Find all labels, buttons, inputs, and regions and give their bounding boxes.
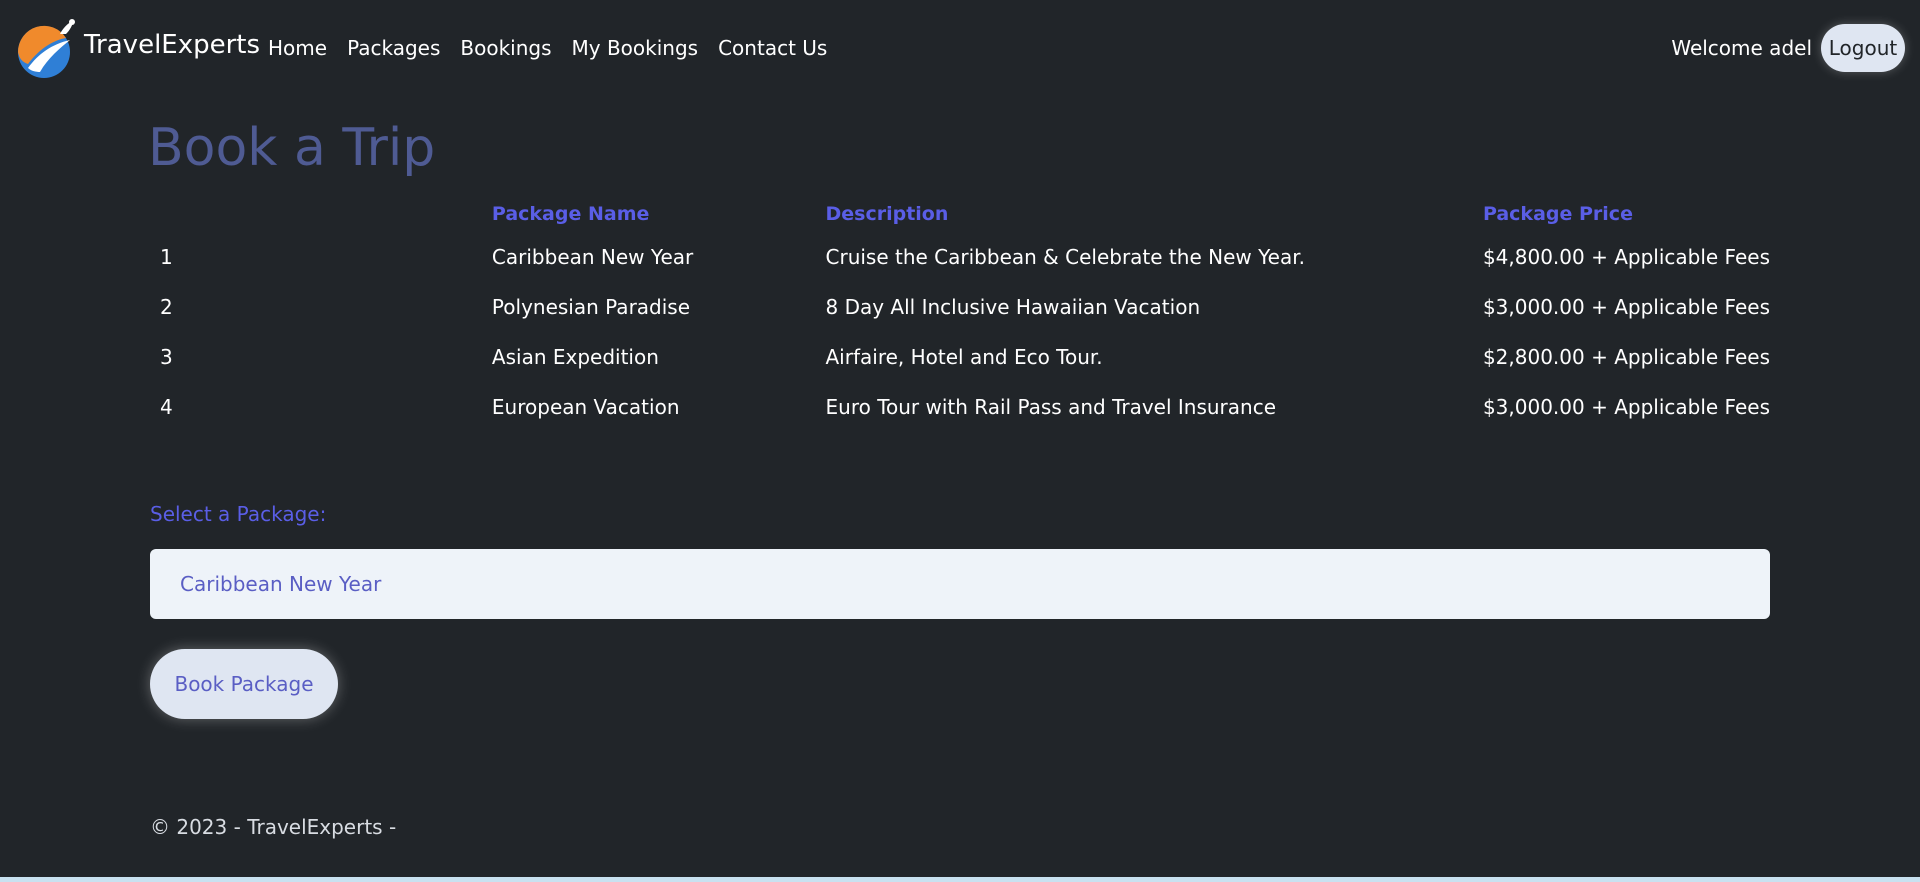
welcome-text: Welcome adel <box>1671 36 1812 60</box>
table-header-row: Package Name Description Package Price <box>150 196 1770 232</box>
table-row: 4 European Vacation Euro Tour with Rail … <box>150 382 1770 432</box>
row-package-name: Caribbean New Year <box>491 245 694 269</box>
row-description: Euro Tour with Rail Pass and Travel Insu… <box>825 395 1277 419</box>
table-header-description: Description <box>825 203 949 225</box>
row-id: 2 <box>160 295 173 319</box>
row-id: 3 <box>160 345 173 369</box>
package-select-value: Caribbean New Year <box>180 572 382 596</box>
book-package-button[interactable]: Book Package <box>150 649 338 719</box>
row-price: $2,800.00 + Applicable Fees <box>1482 345 1770 369</box>
navbar: TravelExperts Home Packages Bookings My … <box>0 0 1920 98</box>
logout-button[interactable]: Logout <box>1821 24 1905 72</box>
page-title: Book a Trip <box>148 118 436 178</box>
brand-logo-icon[interactable] <box>14 18 78 80</box>
row-package-name: European Vacation <box>491 395 680 419</box>
table-row: 3 Asian Expedition Airfaire, Hotel and E… <box>150 332 1770 382</box>
row-price: $3,000.00 + Applicable Fees <box>1482 395 1770 419</box>
nav-links: Home Packages Bookings My Bookings Conta… <box>268 36 827 60</box>
row-package-name: Polynesian Paradise <box>491 295 691 319</box>
nav-item-bookings[interactable]: Bookings <box>460 36 551 60</box>
row-description: Cruise the Caribbean & Celebrate the New… <box>825 245 1305 269</box>
package-select[interactable]: Caribbean New Year <box>150 549 1770 619</box>
row-id: 4 <box>160 395 173 419</box>
row-package-name: Asian Expedition <box>491 345 659 369</box>
row-description: 8 Day All Inclusive Hawaiian Vacation <box>825 295 1201 319</box>
nav-item-home[interactable]: Home <box>268 36 327 60</box>
table-header-package-name: Package Name <box>491 203 650 225</box>
row-price: $3,000.00 + Applicable Fees <box>1482 295 1770 319</box>
table-row: 1 Caribbean New Year Cruise the Caribbea… <box>150 232 1770 282</box>
table-header-id <box>150 196 482 232</box>
row-description: Airfaire, Hotel and Eco Tour. <box>825 345 1103 369</box>
footer-divider <box>0 877 1920 882</box>
table-header-package-price: Package Price <box>1482 203 1633 225</box>
packages-table: Package Name Description Package Price 1… <box>150 196 1770 432</box>
row-price: $4,800.00 + Applicable Fees <box>1482 245 1770 269</box>
nav-item-contact-us[interactable]: Contact Us <box>718 36 827 60</box>
select-package-label: Select a Package: <box>150 502 327 526</box>
footer-copyright: © 2023 - TravelExperts - <box>150 815 397 839</box>
table-row: 2 Polynesian Paradise 8 Day All Inclusiv… <box>150 282 1770 332</box>
row-id: 1 <box>160 245 173 269</box>
nav-item-my-bookings[interactable]: My Bookings <box>572 36 699 60</box>
nav-item-packages[interactable]: Packages <box>347 36 440 60</box>
brand-name[interactable]: TravelExperts <box>84 30 260 60</box>
